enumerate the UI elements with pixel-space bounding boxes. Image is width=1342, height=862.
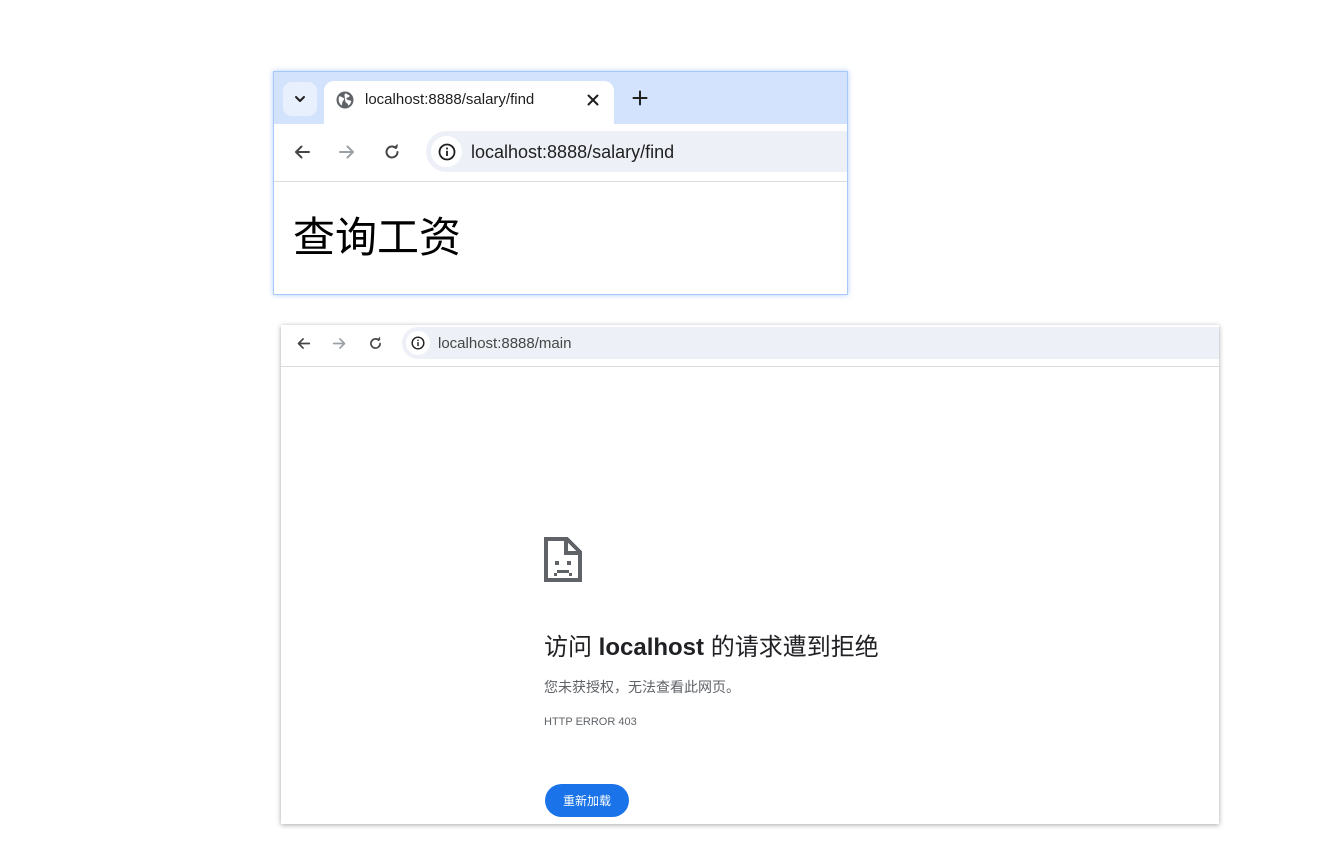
sad-document-icon: [544, 537, 582, 582]
error-description: 您未获授权，无法查看此网页。: [544, 679, 740, 695]
reload-button[interactable]: [362, 330, 388, 356]
info-icon: [411, 336, 425, 350]
error-title: 访问 localhost 的请求遭到拒绝: [544, 627, 879, 662]
arrow-right-icon: [332, 337, 345, 349]
reload-page-button[interactable]: 重新加载: [545, 784, 629, 817]
address-url[interactable]: localhost:8888/salary/find: [471, 142, 674, 163]
address-bar[interactable]: localhost:8888/main: [402, 327, 1219, 359]
reload-button[interactable]: [379, 139, 405, 165]
plus-icon: [632, 90, 648, 106]
error-title-prefix: 访问: [544, 634, 599, 661]
site-info-button[interactable]: [406, 331, 430, 355]
page-heading: 查询工资: [293, 214, 462, 261]
forward-button[interactable]: [326, 330, 352, 356]
browser-window-main: localhost:8888/main 访问 localhost 的请求遭到拒绝…: [281, 325, 1219, 824]
arrow-left-icon: [297, 337, 310, 349]
back-button[interactable]: [289, 139, 315, 165]
chevron-down-icon: [295, 96, 305, 102]
arrow-right-icon: [339, 145, 354, 159]
address-url[interactable]: localhost:8888/main: [438, 335, 571, 352]
reload-icon: [385, 143, 399, 159]
forward-button[interactable]: [334, 139, 360, 165]
tab-active[interactable]: localhost:8888/salary/find: [324, 81, 614, 124]
arrow-left-icon: [295, 145, 310, 159]
tab-strip: localhost:8888/salary/find: [274, 72, 847, 124]
tab-search-button[interactable]: [283, 82, 317, 116]
globe-icon: [336, 91, 354, 109]
info-icon: [438, 143, 455, 160]
tab-close-button[interactable]: [583, 90, 603, 110]
close-icon: [587, 94, 599, 106]
address-bar[interactable]: localhost:8888/salary/find: [426, 131, 847, 172]
site-info-button[interactable]: [431, 136, 462, 167]
browser-window-salary: localhost:8888/salary/find localhost:888…: [273, 71, 848, 295]
toolbar: localhost:8888/main: [281, 325, 1219, 367]
toolbar: localhost:8888/salary/find: [274, 124, 847, 182]
tab-title: localhost:8888/salary/find: [365, 91, 535, 108]
error-code: HTTP ERROR 403: [544, 716, 637, 728]
reload-icon: [369, 336, 381, 349]
error-title-suffix: 的请求遭到拒绝: [704, 634, 879, 661]
new-tab-button[interactable]: [629, 87, 651, 109]
back-button[interactable]: [290, 330, 316, 356]
error-title-host: localhost: [598, 634, 705, 661]
